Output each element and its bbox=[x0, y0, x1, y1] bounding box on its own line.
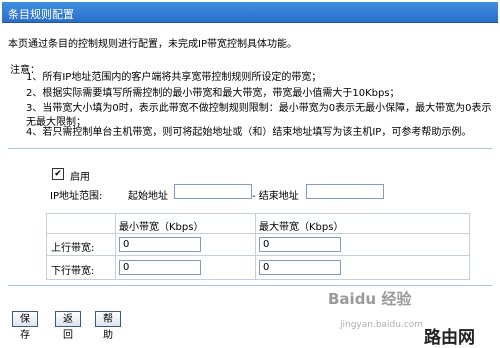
note-item: 2、根据实际需要填写所需控制的最小带宽和最大带宽，带宽最小值需大于10Kbps； bbox=[26, 88, 400, 99]
bandwidth-table: 最小带宽（Kbps） 最大带宽（Kbps） 上行带宽: 下行带宽: bbox=[46, 213, 470, 280]
start-address-label: 起始地址 bbox=[128, 191, 168, 202]
end-address-label: - 结束地址 bbox=[252, 191, 299, 202]
upstream-max-input[interactable] bbox=[259, 237, 341, 252]
note-item: 1、所有IP地址范围内的客户端将共享宽带控制规则所设定的带宽； bbox=[26, 72, 322, 83]
upstream-label: 上行带宽: bbox=[51, 243, 95, 254]
table-row-divider bbox=[47, 255, 469, 256]
watermark-url: jingyan.baidu.com bbox=[340, 320, 424, 330]
title-bar: 条目规则配置 bbox=[2, 2, 498, 23]
table-col-divider bbox=[255, 214, 256, 279]
divider bbox=[8, 148, 492, 150]
watermark-brand: 路由网 bbox=[424, 328, 475, 348]
table-col-divider bbox=[115, 214, 116, 279]
column-header-max: 最大带宽（Kbps） bbox=[259, 222, 344, 233]
enable-label: 启用 bbox=[70, 172, 90, 183]
downstream-min-input[interactable] bbox=[119, 260, 201, 275]
end-address-input[interactable] bbox=[306, 184, 384, 199]
table-row-divider bbox=[47, 233, 469, 234]
upstream-min-input[interactable] bbox=[119, 237, 201, 252]
page-title: 条目规则配置 bbox=[8, 8, 74, 21]
watermark-text: Baidu 经验 bbox=[328, 290, 412, 308]
divider bbox=[8, 285, 492, 287]
config-panel: 条目规则配置 本页通过条目的控制规则进行配置，未完成IP带宽控制具体功能。 注意… bbox=[0, 0, 500, 348]
save-button[interactable]: 保 存 bbox=[12, 311, 38, 341]
downstream-max-input[interactable] bbox=[259, 260, 341, 275]
intro-text: 本页通过条目的控制规则进行配置，未完成IP带宽控制具体功能。 bbox=[8, 39, 297, 50]
help-button[interactable]: 帮 助 bbox=[95, 311, 121, 341]
downstream-label: 下行带宽: bbox=[51, 266, 95, 277]
column-header-min: 最小带宽（Kbps） bbox=[119, 222, 204, 233]
back-button[interactable]: 返 回 bbox=[55, 311, 81, 341]
start-address-input[interactable] bbox=[174, 184, 252, 199]
note-item: 4、若只需控制单台主机带宽，则可将起始地址或（和）结束地址填写为该主机IP，可参… bbox=[26, 127, 472, 138]
ip-range-label: IP地址范围: bbox=[50, 191, 103, 202]
enable-checkbox[interactable]: ✔ bbox=[52, 168, 64, 180]
